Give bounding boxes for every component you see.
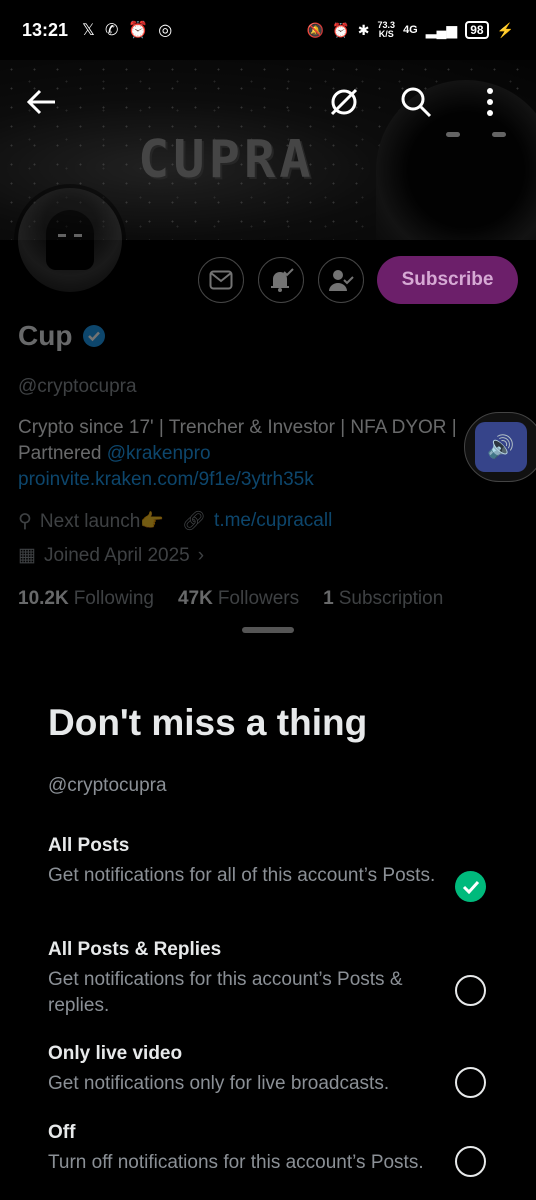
clock: 13:21	[22, 19, 69, 40]
chevron-right-icon: ›	[197, 544, 205, 566]
radio-only-live-video[interactable]	[455, 1067, 486, 1098]
bio-mention-link[interactable]: @krakenpro	[107, 443, 211, 464]
alarm-icon: ⏰	[128, 22, 149, 39]
mute-icon: 🔕	[306, 21, 325, 38]
profile-name: Cup	[18, 320, 73, 351]
signal-icon: ▂▄▆	[425, 21, 458, 38]
sheet-drag-handle[interactable]	[242, 627, 294, 633]
bio-url-link[interactable]: proinvite.kraken.com/9f1e/3ytrh35k	[18, 469, 314, 490]
profile-joined: Joined April 2025	[43, 544, 190, 566]
back-arrow-icon[interactable]	[20, 80, 64, 124]
bluetooth-icon: ✱	[357, 21, 370, 38]
option-only-live-video[interactable]: Only live video Get notifications only f…	[48, 1043, 498, 1097]
avatar[interactable]	[14, 184, 126, 296]
network-speed: 73.3 K/S	[377, 20, 396, 39]
profile-joined-row[interactable]: ▦ Joined April 2025 ›	[18, 544, 204, 567]
profile-meta-location-row: ⚲ Next launch👉 🔗︎ t.me/cupracall	[18, 509, 332, 533]
profile-name-row: Cup	[18, 320, 106, 352]
status-bar: 13:21 𝕏 ✆ ⏰ ◎ 🔕 ⏰ ✱ 73.3 K/S 4G ▂▄▆ 98 ⚡	[0, 0, 536, 60]
more-options-icon[interactable]	[468, 80, 512, 124]
alarm-status-icon: ⏰	[332, 21, 350, 38]
sheet-handle: @cryptocupra	[48, 775, 167, 796]
app-notification-icon: ◎	[158, 22, 173, 39]
calendar-icon: ▦	[18, 545, 36, 566]
profile-stats: 10.2K Following 47K Followers 1 Subscriptio…	[18, 588, 443, 610]
radio-all-posts[interactable]	[455, 871, 486, 902]
mail-icon	[209, 270, 233, 290]
sheet-title: Don't miss a thing	[48, 702, 368, 743]
charging-icon: ⚡	[496, 21, 514, 38]
radio-all-posts-replies[interactable]	[455, 975, 486, 1006]
speaker-icon: 🔊	[475, 422, 527, 472]
profile-handle: @cryptocupra	[18, 376, 137, 397]
bell-check-icon	[271, 268, 294, 292]
check-icon	[462, 880, 479, 894]
verified-badge-icon	[83, 325, 106, 347]
grok-icon[interactable]	[322, 80, 366, 124]
radio-off[interactable]	[455, 1146, 486, 1177]
notifications-button[interactable]	[258, 257, 304, 303]
network-type: 4G	[403, 24, 418, 36]
user-check-icon	[329, 270, 354, 291]
subscription-stat[interactable]: 1 Subscription	[323, 588, 443, 610]
call-icon: ✆	[104, 22, 119, 39]
option-all-posts[interactable]: All Posts Get notifications for all of t…	[48, 835, 498, 889]
subscribe-button[interactable]: Subscribe	[377, 256, 518, 304]
audio-floating-button[interactable]: 🔊	[464, 412, 536, 482]
profile-bio: Crypto since 17' | Trencher & Investor |…	[18, 417, 457, 490]
battery-indicator: 98	[465, 21, 489, 39]
message-button[interactable]	[198, 257, 244, 303]
search-icon[interactable]	[394, 80, 438, 124]
link-icon: 🔗︎	[181, 511, 207, 532]
option-all-posts-replies[interactable]: All Posts & Replies Get notifications fo…	[48, 939, 498, 1019]
followers-stat[interactable]: 47K Followers	[178, 588, 299, 610]
following-button[interactable]	[318, 257, 364, 303]
following-stat[interactable]: 10.2K Following	[18, 588, 154, 610]
x-app-icon: 𝕏	[82, 22, 95, 39]
profile-website-link[interactable]: t.me/cupracall	[214, 510, 332, 532]
location-pin-icon: ⚲	[18, 510, 32, 532]
profile-location: Next launch👉	[39, 511, 164, 532]
option-off[interactable]: Off Turn off notifications for this acco…	[48, 1122, 498, 1176]
banner-logo: CUPRA	[138, 130, 315, 190]
